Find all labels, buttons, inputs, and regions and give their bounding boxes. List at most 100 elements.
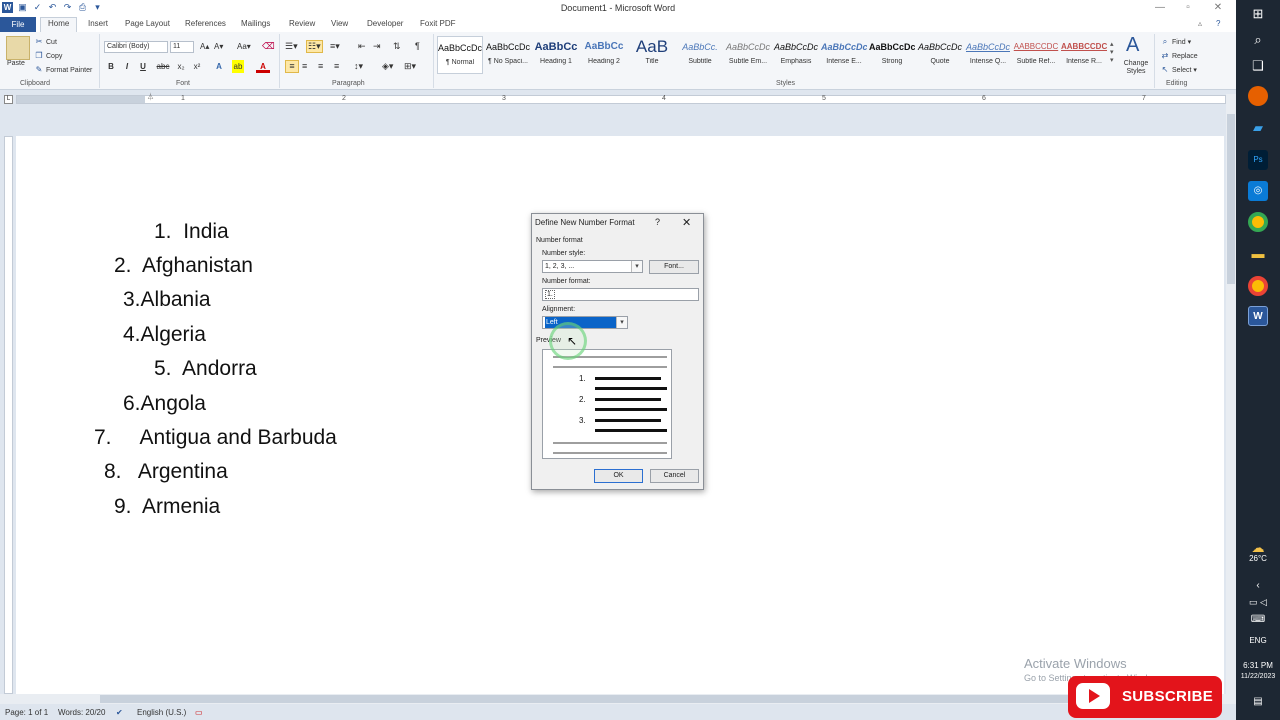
numbering-icon[interactable]: ☷▾ [306, 40, 323, 53]
language-indicator[interactable]: English (U.S.) [137, 708, 186, 717]
change-styles-button[interactable]: Change Styles [1121, 60, 1151, 76]
horizontal-ruler[interactable]: L ⏃ 1 2 3 4 5 6 7 [0, 90, 1236, 108]
tab-selector-icon[interactable]: L [4, 95, 13, 104]
clock-time[interactable]: 6:31 PM [1236, 661, 1280, 670]
bold-icon[interactable]: B [104, 60, 118, 73]
macro-icon[interactable]: ▭ [195, 708, 203, 717]
tab-insert[interactable]: Insert [88, 19, 108, 28]
list-item[interactable]: 7. Antigua and Barbuda [94, 426, 337, 450]
superscript-icon[interactable]: x² [190, 60, 204, 73]
tab-file[interactable]: File [0, 17, 36, 32]
minimize-icon[interactable]: — [1150, 2, 1170, 13]
network-volume-icon[interactable]: ▭ ◁ [1248, 592, 1268, 612]
copy-button[interactable]: ❐ Copy [34, 51, 62, 61]
list-item[interactable]: 2. Afghanistan [114, 254, 253, 278]
find-button[interactable]: ⌕ Find ▾ [1160, 37, 1191, 47]
tab-foxit-pdf[interactable]: Foxit PDF [420, 19, 456, 28]
photoshop-icon[interactable]: Ps [1248, 150, 1268, 170]
tab-developer[interactable]: Developer [367, 19, 403, 28]
horizontal-scrollbar[interactable] [0, 694, 1236, 704]
bullets-icon[interactable]: ☰▾ [285, 41, 298, 52]
underline-icon[interactable]: U [136, 60, 150, 73]
change-styles-icon[interactable]: A [1126, 34, 1139, 57]
borders-icon[interactable]: ⊞▾ [404, 61, 416, 72]
font-size-select[interactable]: 11 [170, 41, 194, 53]
dialog-close-icon[interactable]: ✕ [682, 216, 691, 229]
close-window-icon[interactable]: ✕ [1208, 2, 1228, 13]
grow-font-icon[interactable]: A▴ [200, 42, 209, 51]
notifications-icon[interactable]: ▤ [1248, 692, 1268, 712]
replace-button[interactable]: ⇄ Replace [1160, 51, 1198, 61]
style-intense-emphasis[interactable]: AaBbCcDc Intense E... [821, 36, 867, 74]
list-item[interactable]: 8. Argentina [104, 460, 228, 484]
font-name-select[interactable]: Calibri (Body) [104, 41, 168, 53]
cancel-button[interactable]: Cancel [650, 469, 699, 483]
sort-icon[interactable]: ⇅ [393, 41, 401, 52]
chrome-profile-icon[interactable] [1248, 276, 1268, 296]
font-color-icon[interactable]: A [256, 60, 270, 73]
app-icon[interactable]: ▰ [1248, 118, 1268, 138]
chevron-down-icon[interactable]: ▾ [616, 317, 627, 328]
maximize-icon[interactable]: ▫ [1178, 2, 1198, 13]
list-item[interactable]: 1. India [154, 220, 229, 244]
minimize-ribbon-icon[interactable]: ▵ [1198, 19, 1202, 28]
proofing-icon[interactable]: ✔ [116, 708, 123, 717]
style-strong[interactable]: AaBbCcDc Strong [869, 36, 915, 74]
shrink-font-icon[interactable]: A▾ [214, 42, 223, 51]
style-subtitle[interactable]: AaBbCc. Subtitle [677, 36, 723, 74]
align-center-icon[interactable]: ≡ [302, 61, 307, 71]
input-language[interactable]: ENG [1236, 636, 1280, 645]
justify-icon[interactable]: ≡ [334, 61, 339, 71]
task-view-icon[interactable]: ❑ [1248, 56, 1268, 76]
list-item[interactable]: 9. Armenia [114, 495, 220, 519]
word-taskbar-icon[interactable]: W [1248, 306, 1268, 326]
style-heading-1[interactable]: AaBbCc Heading 1 [533, 36, 579, 74]
list-item[interactable]: 5. Andorra [154, 357, 257, 381]
tab-references[interactable]: References [185, 19, 226, 28]
decrease-indent-icon[interactable]: ⇤ [358, 41, 366, 52]
line-spacing-icon[interactable]: ↕▾ [354, 61, 363, 72]
align-left-icon[interactable]: ≡ [285, 60, 299, 73]
show-hide-icon[interactable]: ¶ [415, 41, 420, 51]
tab-home[interactable]: Home [40, 17, 78, 32]
style-no-spacing[interactable]: AaBbCcDc ¶ No Spaci... [485, 36, 531, 74]
tab-page-layout[interactable]: Page Layout [125, 19, 170, 28]
app-blue-icon[interactable]: ◎ [1248, 181, 1268, 201]
tab-view[interactable]: View [331, 19, 348, 28]
multilevel-list-icon[interactable]: ≡▾ [330, 41, 340, 52]
align-right-icon[interactable]: ≡ [318, 61, 323, 71]
file-explorer-icon[interactable]: ▬ [1248, 244, 1268, 264]
firefox-icon[interactable] [1248, 86, 1268, 106]
vertical-scrollbar[interactable] [1226, 94, 1236, 694]
vertical-ruler[interactable] [4, 136, 13, 694]
chevron-down-icon[interactable]: ▾ [631, 261, 642, 272]
style-emphasis[interactable]: AaBbCcDc Emphasis [773, 36, 819, 74]
shading-icon[interactable]: ◈▾ [382, 61, 393, 72]
style-intense-reference[interactable]: AABBCCDC Intense R... [1061, 36, 1107, 74]
format-painter-button[interactable]: ✎ Format Painter [34, 65, 93, 75]
subscript-icon[interactable]: x₂ [174, 60, 188, 73]
style-quote[interactable]: AaBbCcDc Quote [917, 36, 963, 74]
keyboard-icon[interactable]: ⌨ [1248, 610, 1268, 630]
strikethrough-icon[interactable]: abc [156, 60, 170, 73]
list-item[interactable]: 6.Angola [123, 392, 206, 416]
list-item[interactable]: 3.Albania [123, 288, 211, 312]
style-subtle-emphasis[interactable]: AaBbCcDc Subtle Em... [725, 36, 771, 74]
help-icon[interactable]: ? [1216, 19, 1220, 28]
page-count[interactable]: Page: 1 of 1 [5, 708, 48, 717]
list-item[interactable]: 4.Algeria [123, 323, 206, 347]
text-effects-icon[interactable]: A [212, 60, 226, 73]
horizontal-scroll-thumb[interactable] [100, 695, 1118, 703]
style-subtle-reference[interactable]: AABBCCDC Subtle Ref... [1013, 36, 1059, 74]
number-style-select[interactable]: 1, 2, 3, ... ▾ [542, 260, 643, 273]
dialog-help-icon[interactable]: ? [655, 217, 660, 227]
chrome-icon[interactable] [1248, 212, 1268, 232]
styles-more-icon[interactable]: ▴ ▾ ▾ [1110, 40, 1114, 64]
paste-icon[interactable] [6, 36, 30, 60]
ok-button[interactable]: OK [594, 469, 643, 483]
style-title[interactable]: AaB Title [629, 36, 675, 74]
change-case-icon[interactable]: Aa▾ [237, 42, 251, 51]
indent-marker-icon[interactable]: ⏃ [147, 92, 154, 102]
clear-formatting-icon[interactable]: ⌫ [262, 41, 275, 52]
style-intense-quote[interactable]: AaBbCcDc Intense Q... [965, 36, 1011, 74]
